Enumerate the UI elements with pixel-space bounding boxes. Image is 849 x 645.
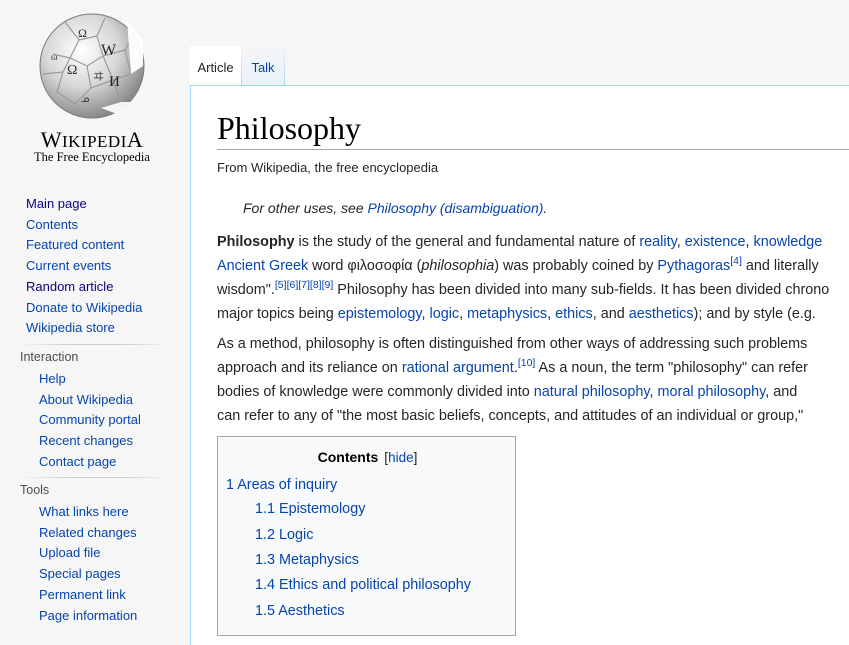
nav-item-main-page[interactable]: Main page	[26, 194, 142, 215]
link-natural-philosophy[interactable]: natural philosophy	[534, 384, 650, 400]
nav-item-recent-changes[interactable]: Recent changes	[39, 431, 141, 452]
page-title: Philosophy	[217, 110, 362, 146]
lead-paragraph: Philosophy is the study of the general a…	[217, 230, 849, 326]
body-paragraph: As a method, philosophy is often disting…	[217, 332, 849, 428]
link-existence[interactable]: existence	[685, 234, 746, 250]
link-epistemology[interactable]: epistemology	[338, 306, 422, 322]
paragraph-line: bodies of knowledge were commonly divide…	[217, 384, 798, 400]
nav-item-current-events[interactable]: Current events	[26, 256, 142, 277]
logo-tagline: The Free Encyclopedia	[34, 150, 150, 164]
nav-item-contents[interactable]: Contents	[26, 215, 142, 236]
hatnote: For other uses, see Philosophy (disambig…	[243, 200, 548, 216]
toc-hide-toggle[interactable]: [hide]	[384, 450, 417, 465]
paragraph-line: Philosophy is the study of the general a…	[217, 234, 823, 250]
tab-talk[interactable]: Talk	[242, 46, 284, 85]
svg-text:ᓄ: ᓄ	[81, 94, 90, 105]
nav-item-upload-file[interactable]: Upload file	[39, 543, 137, 564]
heading-rule	[217, 149, 849, 150]
link-ethics[interactable]: ethics	[555, 306, 593, 322]
nav-item-special-pages[interactable]: Special pages	[39, 564, 137, 585]
nav-item-help[interactable]: Help	[39, 369, 141, 390]
nav-item-what-links-here[interactable]: What links here	[39, 502, 137, 523]
puzzle-globe-icon: Ω W Ω И ᓄ ω ヰ	[39, 13, 145, 119]
svg-text:Ω: Ω	[78, 26, 87, 40]
nav-item-featured-content[interactable]: Featured content	[26, 235, 142, 256]
navigation-menu: Main page Contents Featured content Curr…	[26, 194, 142, 339]
paragraph-line: major topics being epistemology, logic, …	[217, 306, 816, 322]
wikipedia-logo[interactable]: Ω W Ω И ᓄ ω ヰ WIKIPEDIA The Free Encyclo…	[26, 10, 158, 170]
reference-link[interactable]: [5][6][7][8][9]	[275, 279, 333, 291]
nav-item-contact-page[interactable]: Contact page	[39, 452, 141, 473]
reference-link[interactable]: [10]	[518, 357, 536, 369]
portal-divider	[20, 477, 168, 478]
link-reality[interactable]: reality	[639, 234, 676, 250]
tab-article[interactable]: Article	[190, 46, 241, 85]
paragraph-line: Ancient Greek word φιλοσοφία (philosophi…	[217, 255, 819, 274]
link-rational-argument[interactable]: rational argument	[402, 360, 514, 376]
toc-item-logic[interactable]: 1.2 Logic	[255, 527, 313, 543]
toc-item-aesthetics[interactable]: 1.5 Aesthetics	[255, 603, 345, 619]
nav-item-about-wikipedia[interactable]: About Wikipedia	[39, 390, 141, 411]
svg-text:W: W	[101, 42, 117, 59]
paragraph-line: As a method, philosophy is often disting…	[217, 336, 808, 352]
table-of-contents: Contents [hide] 1 Areas of inquiry 1.1 Ep…	[217, 436, 516, 636]
link-logic[interactable]: logic	[430, 306, 460, 322]
svg-text:ヰ: ヰ	[93, 70, 104, 83]
nav-item-page-information[interactable]: Page information	[39, 606, 137, 627]
link-metaphysics[interactable]: metaphysics	[467, 306, 547, 322]
nav-item-related-changes[interactable]: Related changes	[39, 523, 137, 544]
nav-item-random-article[interactable]: Random article	[26, 277, 142, 298]
tab-separator	[284, 46, 285, 85]
interaction-menu: Help About Wikipedia Community portal Re…	[39, 369, 141, 473]
svg-text:ω: ω	[51, 52, 58, 63]
link-moral-philosophy[interactable]: moral philosophy	[658, 384, 766, 400]
sidebar: Ω W Ω И ᓄ ω ヰ WIKIPEDIA The Free Encyclo…	[0, 0, 190, 623]
link-knowledge[interactable]: knowledge	[754, 234, 823, 250]
interaction-heading: Interaction	[20, 350, 79, 364]
svg-text:Ω: Ω	[67, 63, 77, 78]
paragraph-line: approach and its reliance on rational ar…	[217, 357, 808, 376]
reference-link[interactable]: [4]	[730, 255, 742, 267]
toc-item-metaphysics[interactable]: 1.3 Metaphysics	[255, 552, 359, 568]
tools-heading: Tools	[20, 483, 50, 497]
toc-item-areas-of-inquiry[interactable]: 1 Areas of inquiry	[226, 477, 337, 493]
paragraph-line: can refer to any of "the most basic beli…	[217, 408, 804, 424]
toc-item-ethics-political[interactable]: 1.4 Ethics and political philosophy	[255, 577, 471, 593]
nav-item-permanent-link[interactable]: Permanent link	[39, 585, 137, 606]
portal-divider	[20, 344, 168, 345]
nav-item-donate[interactable]: Donate to Wikipedia	[26, 298, 142, 319]
paragraph-line: wisdom".[5][6][7][8][9] Philosophy has b…	[217, 279, 830, 298]
link-ancient-greek[interactable]: Ancient Greek	[217, 258, 308, 274]
link-pythagoras[interactable]: Pythagoras	[657, 258, 730, 274]
toc-title: Contents [hide]	[317, 449, 418, 465]
svg-text:И: И	[109, 74, 120, 90]
hatnote-link[interactable]: Philosophy (disambiguation)	[368, 200, 544, 216]
link-aesthetics[interactable]: aesthetics	[629, 306, 694, 322]
toc-item-epistemology[interactable]: 1.1 Epistemology	[255, 501, 365, 517]
nav-item-wikipedia-store[interactable]: Wikipedia store	[26, 318, 142, 339]
nav-item-community-portal[interactable]: Community portal	[39, 410, 141, 431]
site-subtitle: From Wikipedia, the free encyclopedia	[217, 160, 439, 175]
article-content: Philosophy From Wikipedia, the free ency…	[190, 85, 849, 645]
tools-menu: What links here Related changes Upload f…	[39, 502, 137, 626]
